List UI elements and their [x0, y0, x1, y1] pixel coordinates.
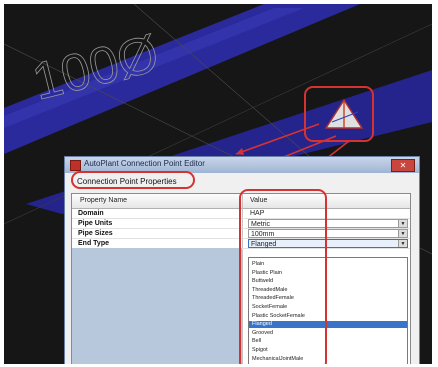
- property-name: End Type: [78, 240, 109, 247]
- close-button[interactable]: ✕: [391, 159, 415, 172]
- dialog-title: AutoPlant Connection Point Editor: [84, 159, 205, 168]
- grid-empty-area: [72, 248, 242, 364]
- chevron-down-icon[interactable]: ▼: [398, 220, 407, 227]
- chevron-down-icon[interactable]: ▼: [398, 230, 407, 237]
- marker-callout: [304, 86, 374, 142]
- value-column-callout: [239, 189, 327, 364]
- property-name: Pipe Sizes: [78, 230, 113, 237]
- heading-callout: [71, 171, 195, 189]
- property-name: Pipe Units: [78, 220, 113, 227]
- app-icon: [70, 160, 81, 171]
- cad-viewport[interactable]: 100Ø AutoPlant Connection Point Editor ✕…: [4, 4, 432, 364]
- property-name: Domain: [78, 210, 104, 217]
- chevron-down-icon[interactable]: ▼: [398, 240, 407, 247]
- column-header-property-name[interactable]: Property Name: [80, 197, 127, 204]
- connection-point-dialog: AutoPlant Connection Point Editor ✕ Conn…: [64, 156, 420, 364]
